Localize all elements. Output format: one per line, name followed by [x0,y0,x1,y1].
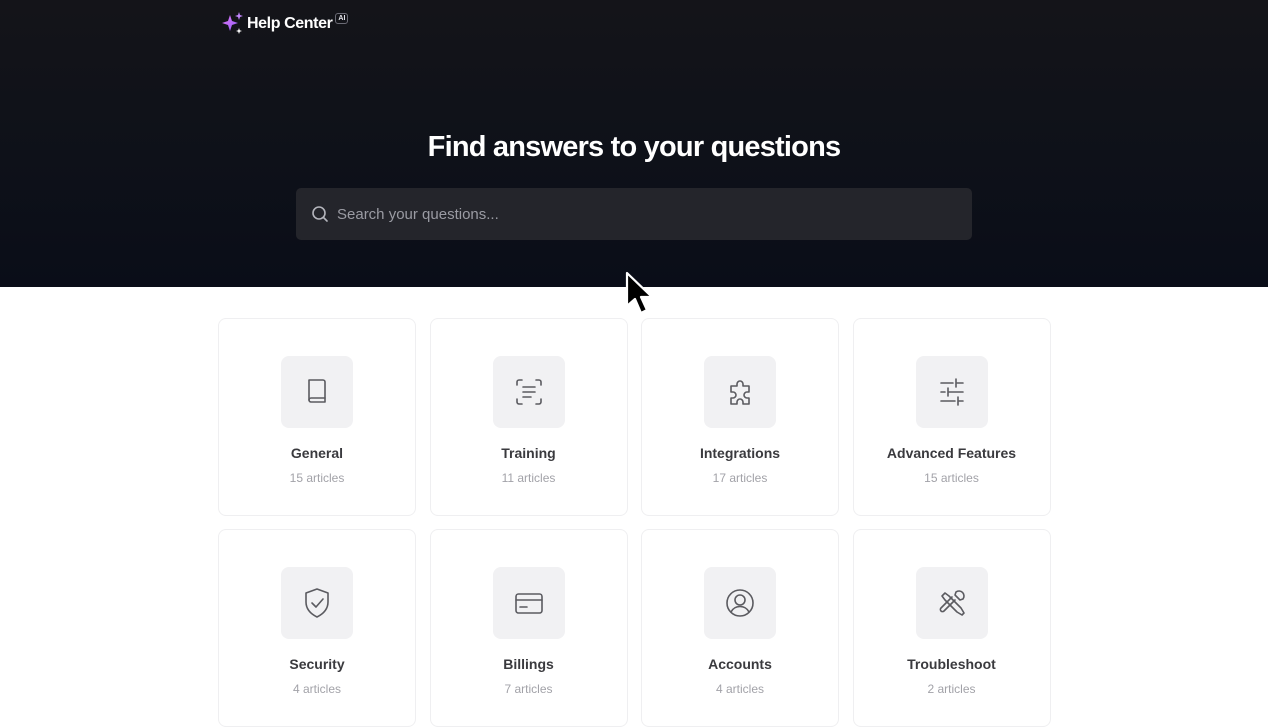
user-circle-icon [726,589,754,617]
card-title: Troubleshoot [907,656,996,672]
category-card-troubleshoot[interactable]: Troubleshoot 2 articles [852,529,1051,727]
category-card-billings[interactable]: Billings 7 articles [429,529,628,727]
search-bar[interactable] [296,188,972,240]
card-title: Advanced Features [886,445,1017,461]
sliders-icon [939,378,964,406]
card-title: Billings [503,656,554,672]
search-input[interactable] [337,205,958,223]
brand-name: Help Center [247,15,333,32]
book-icon [308,379,326,403]
card-icon-container [281,356,353,428]
category-card-training[interactable]: Training 11 articles [429,318,628,516]
sparkles-icon [222,12,243,34]
card-icon-container [704,567,776,639]
card-article-count: 15 articles [289,471,345,485]
card-icon-container [915,567,988,639]
ai-badge: AI [335,12,349,24]
category-card-general[interactable]: General 15 articles [218,318,416,516]
card-article-count: 7 articles [504,682,553,696]
card-article-count: 2 articles [927,682,976,696]
card-title: Accounts [708,656,772,672]
card-icon-container [915,356,988,428]
category-grid: General 15 articles Training 11 articles… [218,318,1051,727]
hero-section: Help Center AI Find answers to your ques… [0,0,1268,287]
card-title: General [290,445,344,461]
shield-check-icon [305,588,329,618]
card-icon-container [492,356,565,428]
card-title: Security [289,656,345,672]
brand-logo[interactable]: Help Center AI [219,11,349,37]
puzzle-icon [730,380,750,405]
card-article-count: 4 articles [715,682,765,696]
card-article-count: 11 articles [501,471,556,485]
search-icon [312,206,328,222]
category-card-integrations[interactable]: Integrations 17 articles [641,318,839,516]
text-scan-icon [515,379,542,405]
card-article-count: 4 articles [292,682,342,696]
card-icon-container [704,356,776,428]
card-icon-container [281,567,353,639]
card-icon-container [492,567,565,639]
card-article-count: 17 articles [712,471,768,485]
category-card-security[interactable]: Security 4 articles [218,529,416,727]
category-card-accounts[interactable]: Accounts 4 articles [641,529,839,727]
card-article-count: 15 articles [924,471,979,485]
card-title: Integrations [699,445,781,461]
page-title: Find answers to your questions [427,131,841,163]
card-title: Training [501,445,556,461]
tools-icon [939,590,965,616]
credit-card-icon [514,593,543,614]
category-card-advanced-features[interactable]: Advanced Features 15 articles [852,318,1051,516]
